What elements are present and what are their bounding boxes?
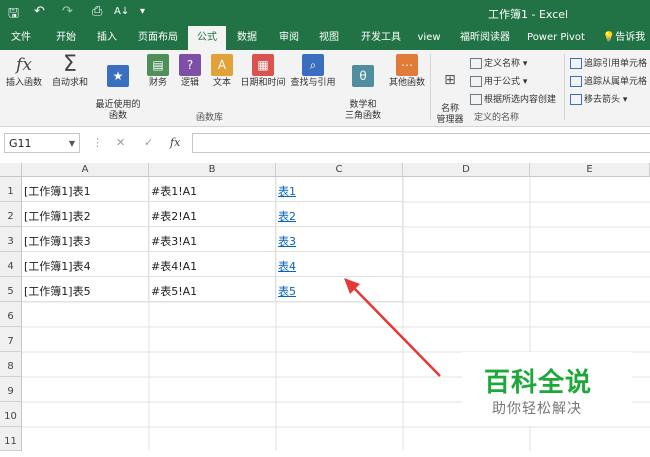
trace-dependents-button[interactable]: 追踪从属单元格 bbox=[570, 74, 647, 87]
tab-power-pivot[interactable]: Power Pivot bbox=[524, 26, 588, 50]
tab-insert[interactable]: 插入 bbox=[88, 26, 126, 50]
sigma-icon: Σ bbox=[63, 52, 77, 77]
print-preview-icon[interactable]: ⎙ bbox=[92, 4, 102, 19]
logical-button[interactable]: ? 逻辑 bbox=[176, 54, 204, 89]
tab-page-layout[interactable]: 页面布局 bbox=[130, 26, 186, 50]
tab-formulas[interactable]: 公式 bbox=[188, 26, 226, 50]
sort-icon[interactable]: A↓ bbox=[114, 6, 129, 17]
group-label-names: 定义的名称 bbox=[474, 113, 520, 123]
formula-input[interactable] bbox=[192, 133, 650, 153]
autosum-button[interactable]: Σ 自动求和 bbox=[48, 54, 92, 89]
remove-arrows-button[interactable]: 移去箭头 ▾ bbox=[570, 92, 627, 105]
define-name-icon bbox=[470, 58, 482, 69]
title-bar: 🖫 ↶ ↷ ⎙ A↓ ▾ 工作簿1 - Excel bbox=[0, 0, 650, 26]
use-in-formula-button[interactable]: 用于公式 ▾ bbox=[470, 74, 527, 87]
trace-precedents-icon bbox=[570, 58, 582, 69]
financial-button[interactable]: ▤ 财务 bbox=[144, 54, 172, 89]
name-tag-icon: ⊞ bbox=[444, 72, 456, 88]
group-divider bbox=[564, 54, 565, 120]
more-options-icon: ⋮ bbox=[92, 136, 103, 149]
lookup-button[interactable]: ⌕ 查找与引用 bbox=[288, 54, 338, 89]
group-label-library: 函数库 bbox=[196, 113, 224, 123]
create-from-selection-button[interactable]: 根据所选内容创建 bbox=[470, 92, 556, 105]
tab-file[interactable]: 文件 bbox=[4, 26, 38, 50]
question-icon: ? bbox=[179, 54, 201, 76]
insert-function-button[interactable]: fx 插入函数 bbox=[2, 54, 46, 89]
window-title: 工作簿1 - Excel bbox=[488, 8, 569, 21]
undo-icon[interactable]: ↶ bbox=[34, 4, 45, 19]
star-icon: ★ bbox=[107, 65, 129, 87]
insert-function-icon[interactable]: fx bbox=[170, 133, 180, 153]
text-button[interactable]: A 文本 bbox=[208, 54, 236, 89]
watermark-subtitle: 助你轻松解决 bbox=[492, 401, 582, 417]
tab-developer[interactable]: 开发工具 bbox=[352, 26, 410, 50]
customize-toolbar-icon[interactable]: ▾ bbox=[140, 6, 145, 17]
ribbon-tabs: 文件 开始 插入 页面布局 公式 数据 审阅 视图 开发工具 view 福昕阅读… bbox=[0, 26, 650, 50]
lightbulb-icon: 💡 bbox=[602, 32, 616, 43]
recent-functions-button[interactable]: ★ 最近使用的 函数 bbox=[92, 54, 144, 122]
tab-foxit-reader[interactable]: 福昕阅读器 bbox=[452, 26, 518, 50]
redo-icon[interactable]: ↷ bbox=[62, 4, 73, 19]
more-functions-icon: ⋯ bbox=[396, 54, 418, 76]
fx-icon: fx bbox=[16, 55, 32, 75]
formula-icon bbox=[470, 76, 482, 87]
tab-view[interactable]: 视图 bbox=[310, 26, 348, 50]
watermark: 百科全说 助你轻松解决 bbox=[462, 352, 632, 426]
datetime-button[interactable]: ▦ 日期和时间 bbox=[238, 54, 288, 89]
math-button[interactable]: θ 数学和 三角函数 bbox=[340, 54, 386, 122]
trace-precedents-button[interactable]: 追踪引用单元格 bbox=[570, 56, 647, 69]
remove-arrows-icon bbox=[570, 94, 582, 105]
tab-data[interactable]: 数据 bbox=[228, 26, 266, 50]
tab-review[interactable]: 审阅 bbox=[270, 26, 308, 50]
magnifier-icon: ⌕ bbox=[302, 54, 324, 76]
financial-icon: ▤ bbox=[147, 54, 169, 76]
chevron-down-icon[interactable]: ▼ bbox=[69, 134, 75, 154]
text-a-icon: A bbox=[211, 54, 233, 76]
calendar-icon: ▦ bbox=[252, 54, 274, 76]
watermark-title: 百科全说 bbox=[484, 368, 593, 398]
group-divider bbox=[430, 54, 431, 120]
define-name-button[interactable]: 定义名称 ▾ bbox=[470, 56, 527, 69]
more-functions-button[interactable]: ⋯ 其他函数 bbox=[386, 54, 428, 89]
tab-view-en[interactable]: view bbox=[412, 26, 446, 50]
formula-bar: G11 ▼ ⋮ ✕ ✓ fx bbox=[0, 127, 650, 163]
cancel-icon[interactable]: ✕ bbox=[116, 133, 125, 153]
theta-icon: θ bbox=[352, 65, 374, 87]
trace-dependents-icon bbox=[570, 76, 582, 87]
ribbon-formulas: fx 插入函数 Σ 自动求和 ★ 最近使用的 函数 ▤ 财务 ? 逻辑 A 文本… bbox=[0, 50, 650, 127]
name-box[interactable]: G11 ▼ bbox=[4, 133, 80, 153]
enter-icon[interactable]: ✓ bbox=[144, 133, 153, 153]
name-manager-button[interactable]: ⊞ 名称 管理器 bbox=[432, 58, 468, 126]
selection-icon bbox=[470, 94, 482, 105]
tab-home[interactable]: 开始 bbox=[46, 26, 86, 50]
tab-tell-me[interactable]: 💡告诉我 bbox=[598, 26, 650, 50]
save-icon[interactable]: 🖫 bbox=[8, 4, 19, 26]
